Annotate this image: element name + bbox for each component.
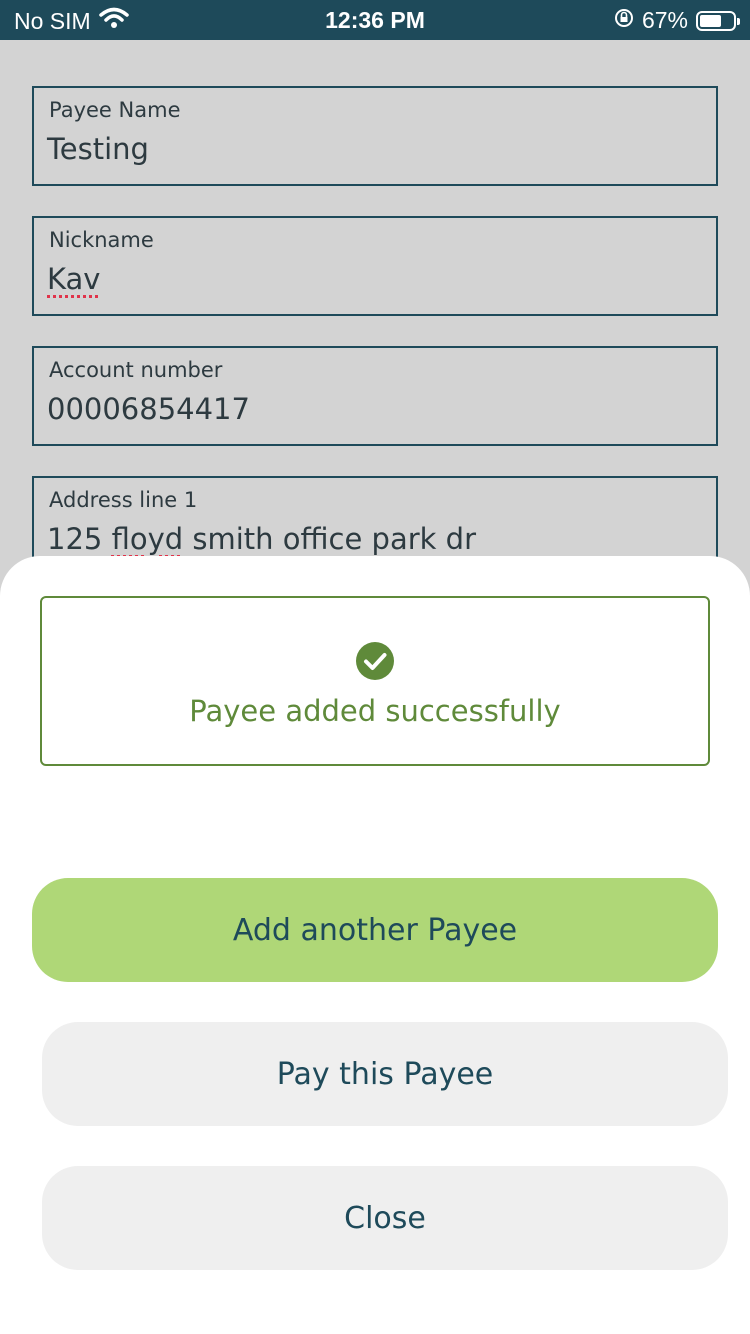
battery-icon xyxy=(696,10,740,31)
battery-fill xyxy=(700,14,721,27)
close-button[interactable]: Close xyxy=(42,1166,728,1270)
address-text-start: 125 xyxy=(47,522,112,556)
bottom-sheet: Payee added successfully Add another Pay… xyxy=(0,556,750,1334)
check-circle-icon xyxy=(356,642,394,680)
success-banner: Payee added successfully xyxy=(40,596,710,766)
add-another-payee-button[interactable]: Add another Payee xyxy=(32,878,718,982)
orientation-lock-icon xyxy=(614,7,634,34)
field-label: Address line 1 xyxy=(49,488,198,512)
field-label: Account number xyxy=(49,358,223,382)
status-right: 67% xyxy=(614,7,740,34)
status-bar: No SIM 12:36 PM 67% xyxy=(0,0,750,40)
battery-nub xyxy=(737,17,740,25)
field-label: Nickname xyxy=(49,228,154,252)
battery-percent: 67% xyxy=(641,7,688,33)
misspelled-word: floyd xyxy=(111,522,184,556)
address-text-end: smith office park dr xyxy=(183,522,477,556)
field-value: 00006854417 xyxy=(47,392,250,426)
pay-this-payee-button[interactable]: Pay this Payee xyxy=(42,1022,728,1126)
payee-name-field[interactable]: Payee Name Testing xyxy=(32,86,718,186)
success-message: Payee added successfully xyxy=(189,694,561,728)
account-number-field[interactable]: Account number 00006854417 xyxy=(32,346,718,446)
field-value: 125 floyd smith office park dr xyxy=(47,522,476,556)
field-label: Payee Name xyxy=(49,98,181,122)
field-value: Testing xyxy=(47,132,149,166)
nickname-field[interactable]: Nickname Kav xyxy=(32,216,718,316)
field-value: Kav xyxy=(47,262,101,296)
